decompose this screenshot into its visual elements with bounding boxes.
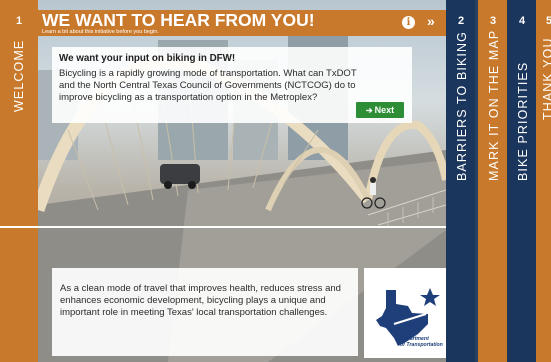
logo-line-3: of Transportation — [400, 342, 443, 348]
page-subtitle: Learn a bit about this initiative before… — [42, 29, 159, 35]
step-number: 3 — [489, 15, 497, 27]
step-number: 2 — [457, 15, 465, 27]
welcome-tab-label: WELCOME — [12, 39, 26, 112]
next-button[interactable]: ➔ Next — [356, 102, 404, 118]
tab-bike-priorities[interactable]: 4 BIKE PRIORITIES — [507, 0, 536, 362]
info-card: As a clean mode of travel that improves … — [52, 268, 358, 356]
tab-label: THANK YOU — [541, 37, 551, 120]
intro-title: We want your input on biking in DFW! — [59, 53, 236, 64]
header-bar: WE WANT TO HEAR FROM YOU! Learn a bit ab… — [38, 10, 446, 36]
tab-label: BIKE PRIORITIES — [516, 61, 530, 181]
tab-thank-you[interactable]: 5 THANK YOU — [536, 0, 551, 362]
panel-divider — [38, 226, 446, 228]
page-title: WE WANT TO HEAR FROM YOU! — [42, 10, 315, 30]
step-number: 5 — [545, 15, 551, 27]
tab-mark-it-on-the-map[interactable]: 3 MARK IT ON THE MAP — [478, 0, 507, 362]
info-icon[interactable]: i — [402, 16, 415, 29]
intro-card: We want your input on biking in DFW! Bic… — [52, 47, 412, 123]
next-button-label: Next — [374, 105, 395, 115]
double-chevron-right-icon[interactable]: » — [427, 13, 435, 29]
step-number: 4 — [518, 15, 526, 27]
intro-body: Bicycling is a rapidly growing mode of t… — [59, 68, 357, 103]
step-number: 1 — [15, 15, 23, 27]
arrow-right-icon: ➔ — [365, 106, 373, 115]
rail-divider — [0, 226, 38, 228]
txdot-logo: Texas Department of Transportation — [364, 268, 446, 358]
tab-barriers-to-biking[interactable]: 2 BARRIERS TO BIKING — [446, 0, 475, 362]
tab-label: MARK IT ON THE MAP — [487, 29, 501, 181]
main-panel: WE WANT TO HEAR FROM YOU! Learn a bit ab… — [38, 0, 446, 362]
welcome-tab[interactable]: 1 WELCOME — [0, 0, 38, 362]
info-card-body: As a clean mode of travel that improves … — [60, 283, 341, 318]
tab-label: BARRIERS TO BIKING — [455, 31, 469, 181]
